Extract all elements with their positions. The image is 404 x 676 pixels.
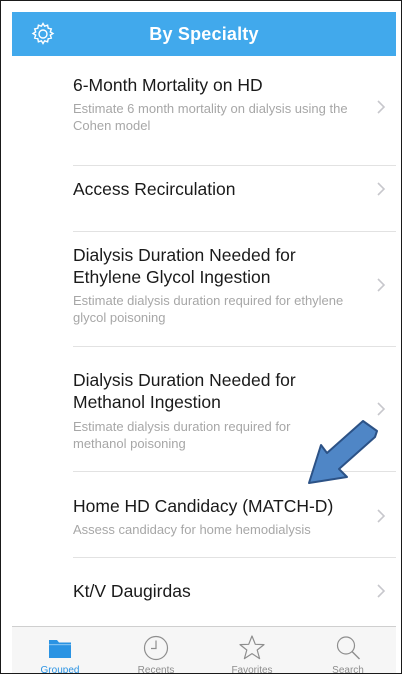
clock-icon: [143, 635, 169, 661]
nav-header: By Specialty: [12, 12, 396, 56]
list-item-title: Kt/V Daugirdas: [73, 581, 191, 601]
list-item-subtitle: Estimate dialysis duration required for …: [73, 293, 344, 325]
folder-icon: [49, 640, 71, 658]
list-item-title: Home HD Candidacy (MATCH-D): [73, 496, 334, 516]
chevron-right-icon: [377, 584, 386, 598]
chevron-right-icon: [377, 402, 386, 416]
list-item-title: Dialysis Duration Needed for Ethylene Gl…: [73, 245, 296, 287]
chevron-right-icon: [377, 182, 386, 196]
chevron-right-icon: [377, 100, 386, 114]
list-item-subtitle: Assess candidacy for home hemodialysis: [73, 522, 311, 537]
list-item-ktv-daugirdas[interactable]: Kt/V Daugirdas: [12, 558, 396, 626]
list-item-access-recirculation[interactable]: Access Recirculation: [12, 166, 396, 232]
tab-bar: Grouped Recents Favorites Search: [12, 626, 396, 674]
star-icon: [239, 635, 265, 660]
tab-grouped[interactable]: Grouped: [12, 627, 108, 674]
chevron-right-icon: [377, 509, 386, 523]
page-title: By Specialty: [149, 24, 259, 44]
search-icon: [336, 636, 360, 660]
tab-label: Recents: [137, 665, 175, 674]
tab-search[interactable]: Search: [300, 627, 396, 674]
list-item-title: 6-Month Mortality on HD: [73, 75, 263, 95]
list-item-ethylene-glycol[interactable]: Dialysis Duration Needed for Ethylene Gl…: [12, 232, 396, 347]
calculator-list[interactable]: 6-Month Mortality on HD Estimate 6 month…: [12, 56, 396, 626]
tab-label: Search: [332, 665, 364, 674]
list-item-title: Dialysis Duration Needed for Methanol In…: [73, 370, 296, 412]
chevron-right-icon: [377, 278, 386, 292]
list-item-title: Access Recirculation: [73, 179, 236, 199]
list-item-subtitle: Estimate 6 month mortality on dialysis u…: [73, 101, 348, 133]
tab-recents[interactable]: Recents: [108, 627, 204, 674]
blue-arrow-pointer-icon: [308, 420, 378, 484]
tab-favorites[interactable]: Favorites: [204, 627, 300, 674]
list-item-subtitle: Estimate dialysis duration required for …: [73, 419, 291, 451]
tab-label: Grouped: [40, 665, 80, 674]
list-item-6-month-mortality[interactable]: 6-Month Mortality on HD Estimate 6 month…: [12, 56, 396, 166]
tab-label: Favorites: [231, 665, 273, 674]
phone-screen: By Specialty 6-Month Mortality on HD Est…: [0, 0, 402, 674]
